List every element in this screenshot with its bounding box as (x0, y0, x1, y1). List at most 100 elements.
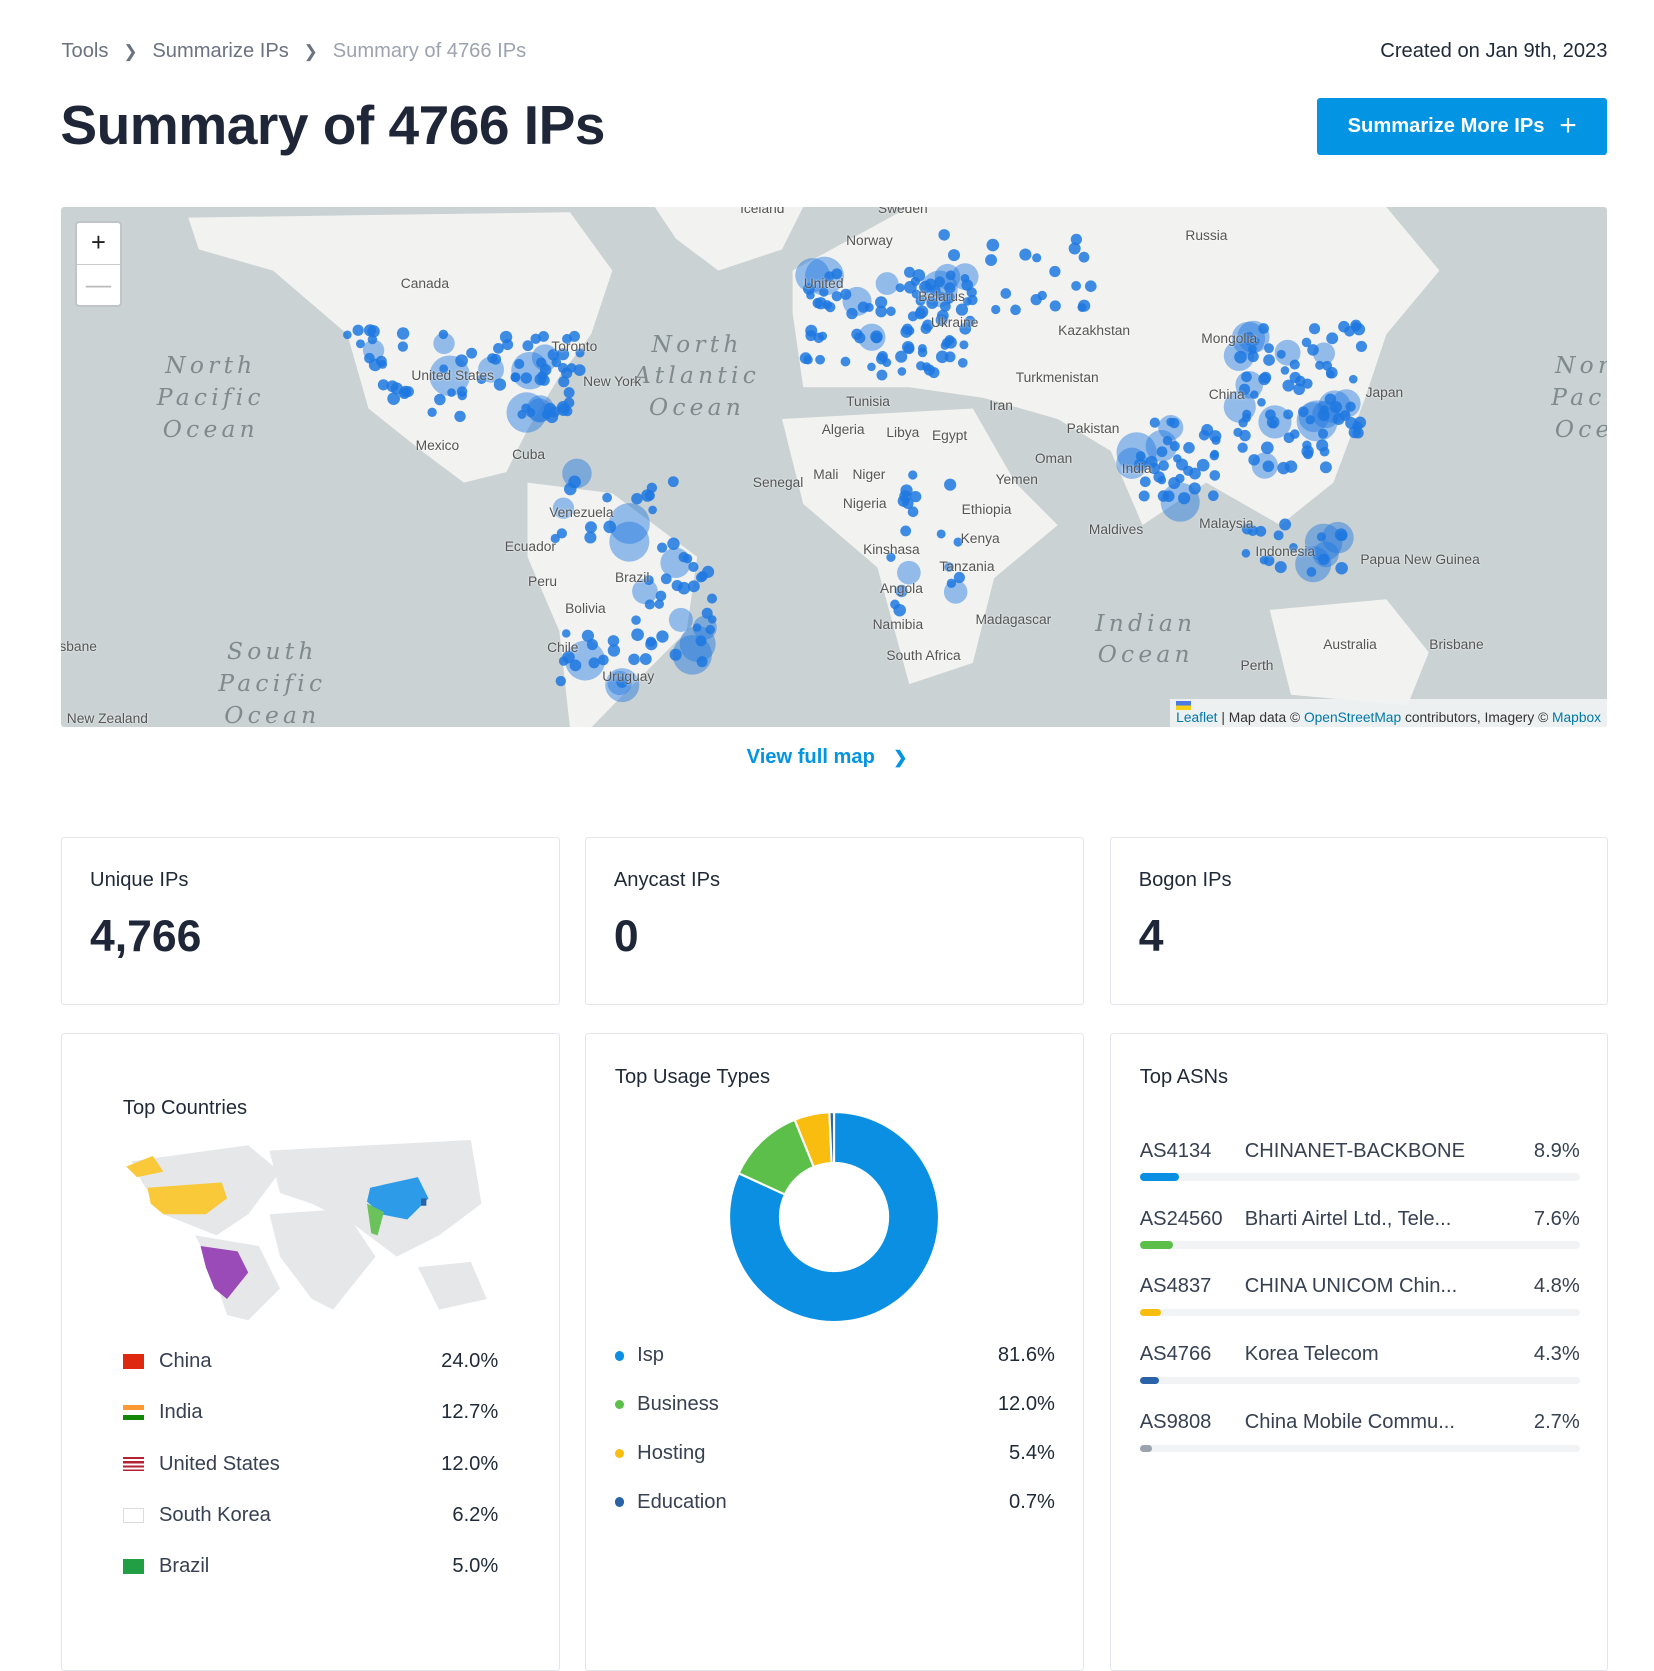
ip-dot[interactable] (433, 332, 456, 354)
ip-dot[interactable] (669, 607, 694, 632)
ip-dot[interactable] (1335, 561, 1349, 575)
ip-dot[interactable] (1326, 366, 1339, 379)
ip-dot[interactable] (1050, 300, 1062, 312)
ip-dot[interactable] (911, 276, 921, 286)
ip-dot[interactable] (941, 341, 950, 350)
ip-dot[interactable] (900, 525, 912, 537)
ip-dot[interactable] (1252, 452, 1279, 479)
ip-dot[interactable] (1157, 446, 1168, 457)
ip-dot[interactable] (1255, 525, 1267, 537)
ip-dot[interactable] (967, 294, 979, 305)
ip-dot[interactable] (1301, 444, 1315, 458)
ip-dot[interactable] (1290, 371, 1302, 383)
ip-dot[interactable] (944, 579, 968, 604)
ip-dot[interactable] (353, 324, 365, 336)
ip-dot[interactable] (1161, 482, 1201, 522)
ip-dot[interactable] (457, 386, 468, 397)
ip-dot[interactable] (1340, 409, 1351, 421)
ip-dot[interactable] (1139, 490, 1151, 502)
ip-dot[interactable] (846, 307, 859, 320)
ip-dot[interactable] (908, 311, 919, 322)
ip-dot[interactable] (805, 324, 818, 337)
ip-dot[interactable] (886, 306, 897, 316)
ip-dot[interactable] (356, 339, 366, 349)
ip-dot[interactable] (948, 248, 961, 261)
ip-dot[interactable] (447, 388, 457, 397)
zoom-out-button[interactable]: — (77, 265, 119, 306)
ip-dot[interactable] (800, 351, 812, 364)
ip-dot[interactable] (1344, 325, 1356, 337)
ip-dot[interactable] (556, 675, 567, 686)
ip-dot[interactable] (935, 263, 961, 290)
ip-dot[interactable] (945, 351, 956, 363)
ip-dot[interactable] (1299, 401, 1330, 432)
ip-dot[interactable] (1285, 460, 1298, 473)
ip-dot[interactable] (1274, 530, 1285, 541)
ip-dot[interactable] (1234, 350, 1248, 364)
ip-dot[interactable] (818, 331, 828, 341)
ip-dot[interactable] (376, 355, 388, 367)
ip-dot[interactable] (825, 301, 836, 312)
ip-dot[interactable] (387, 392, 401, 405)
ip-dot[interactable] (959, 340, 969, 350)
ip-dot[interactable] (522, 340, 534, 351)
ip-dot[interactable] (609, 502, 651, 544)
ip-dot[interactable] (562, 628, 571, 638)
ip-dot[interactable] (900, 484, 914, 497)
ip-dot[interactable] (631, 615, 642, 625)
ip-dot[interactable] (876, 353, 888, 365)
ip-dot[interactable] (944, 478, 957, 491)
ip-dot[interactable] (584, 531, 597, 544)
leaflet-link[interactable]: Leaflet (1176, 710, 1217, 725)
ip-dot[interactable] (1169, 417, 1180, 429)
ip-dot[interactable] (806, 290, 816, 300)
ip-dot[interactable] (427, 407, 438, 417)
ip-dot[interactable] (364, 323, 377, 337)
ip-dot[interactable] (1281, 365, 1290, 375)
ip-dot[interactable] (1049, 265, 1062, 277)
ip-dot[interactable] (1037, 290, 1048, 300)
ip-dot[interactable] (678, 551, 690, 562)
ip-dot[interactable] (693, 623, 702, 632)
ip-dot[interactable] (815, 354, 826, 365)
ip-dot[interactable] (1209, 469, 1221, 481)
ip-dot[interactable] (812, 297, 824, 308)
ip-dot[interactable] (1208, 490, 1220, 501)
ip-dot[interactable] (937, 529, 947, 539)
ip-dot[interactable] (1277, 349, 1287, 359)
ip-dot[interactable] (832, 290, 843, 302)
ip-dot[interactable] (648, 505, 658, 515)
ip-dot[interactable] (466, 347, 478, 359)
ip-dot[interactable] (1353, 323, 1366, 336)
ip-dot[interactable] (434, 393, 447, 406)
ip-dot[interactable] (647, 482, 658, 493)
ip-dot[interactable] (1264, 343, 1275, 353)
ip-dot[interactable] (546, 410, 559, 423)
ip-dot[interactable] (1071, 233, 1083, 245)
ip-dot[interactable] (1032, 252, 1042, 263)
ip-dot[interactable] (517, 409, 527, 419)
ip-dot[interactable] (898, 366, 907, 376)
ip-dot[interactable] (1317, 532, 1327, 542)
ip-dot[interactable] (558, 375, 570, 387)
ip-dot[interactable] (1309, 322, 1321, 335)
ip-dot[interactable] (511, 351, 550, 390)
ip-dot[interactable] (893, 603, 907, 617)
ip-dot[interactable] (1085, 280, 1098, 292)
ip-dot[interactable] (398, 341, 409, 352)
zoom-in-button[interactable]: + (77, 223, 120, 265)
ip-dot[interactable] (1261, 441, 1275, 454)
ip-dot[interactable] (399, 387, 411, 399)
ip-dot[interactable] (640, 652, 653, 665)
ip-dot[interactable] (956, 303, 969, 316)
ip-dot[interactable] (631, 492, 644, 505)
ip-dot[interactable] (558, 362, 569, 373)
ip-dot[interactable] (1349, 374, 1359, 384)
ip-dot[interactable] (646, 636, 657, 647)
ip-dot[interactable] (876, 271, 900, 295)
ip-map[interactable]: + — North Pacific Ocean North Atlantic Oc… (61, 206, 1608, 728)
ip-dot[interactable] (678, 581, 691, 595)
ip-dot[interactable] (1290, 359, 1301, 370)
ip-dot[interactable] (908, 470, 918, 480)
ip-dot[interactable] (1315, 360, 1325, 370)
